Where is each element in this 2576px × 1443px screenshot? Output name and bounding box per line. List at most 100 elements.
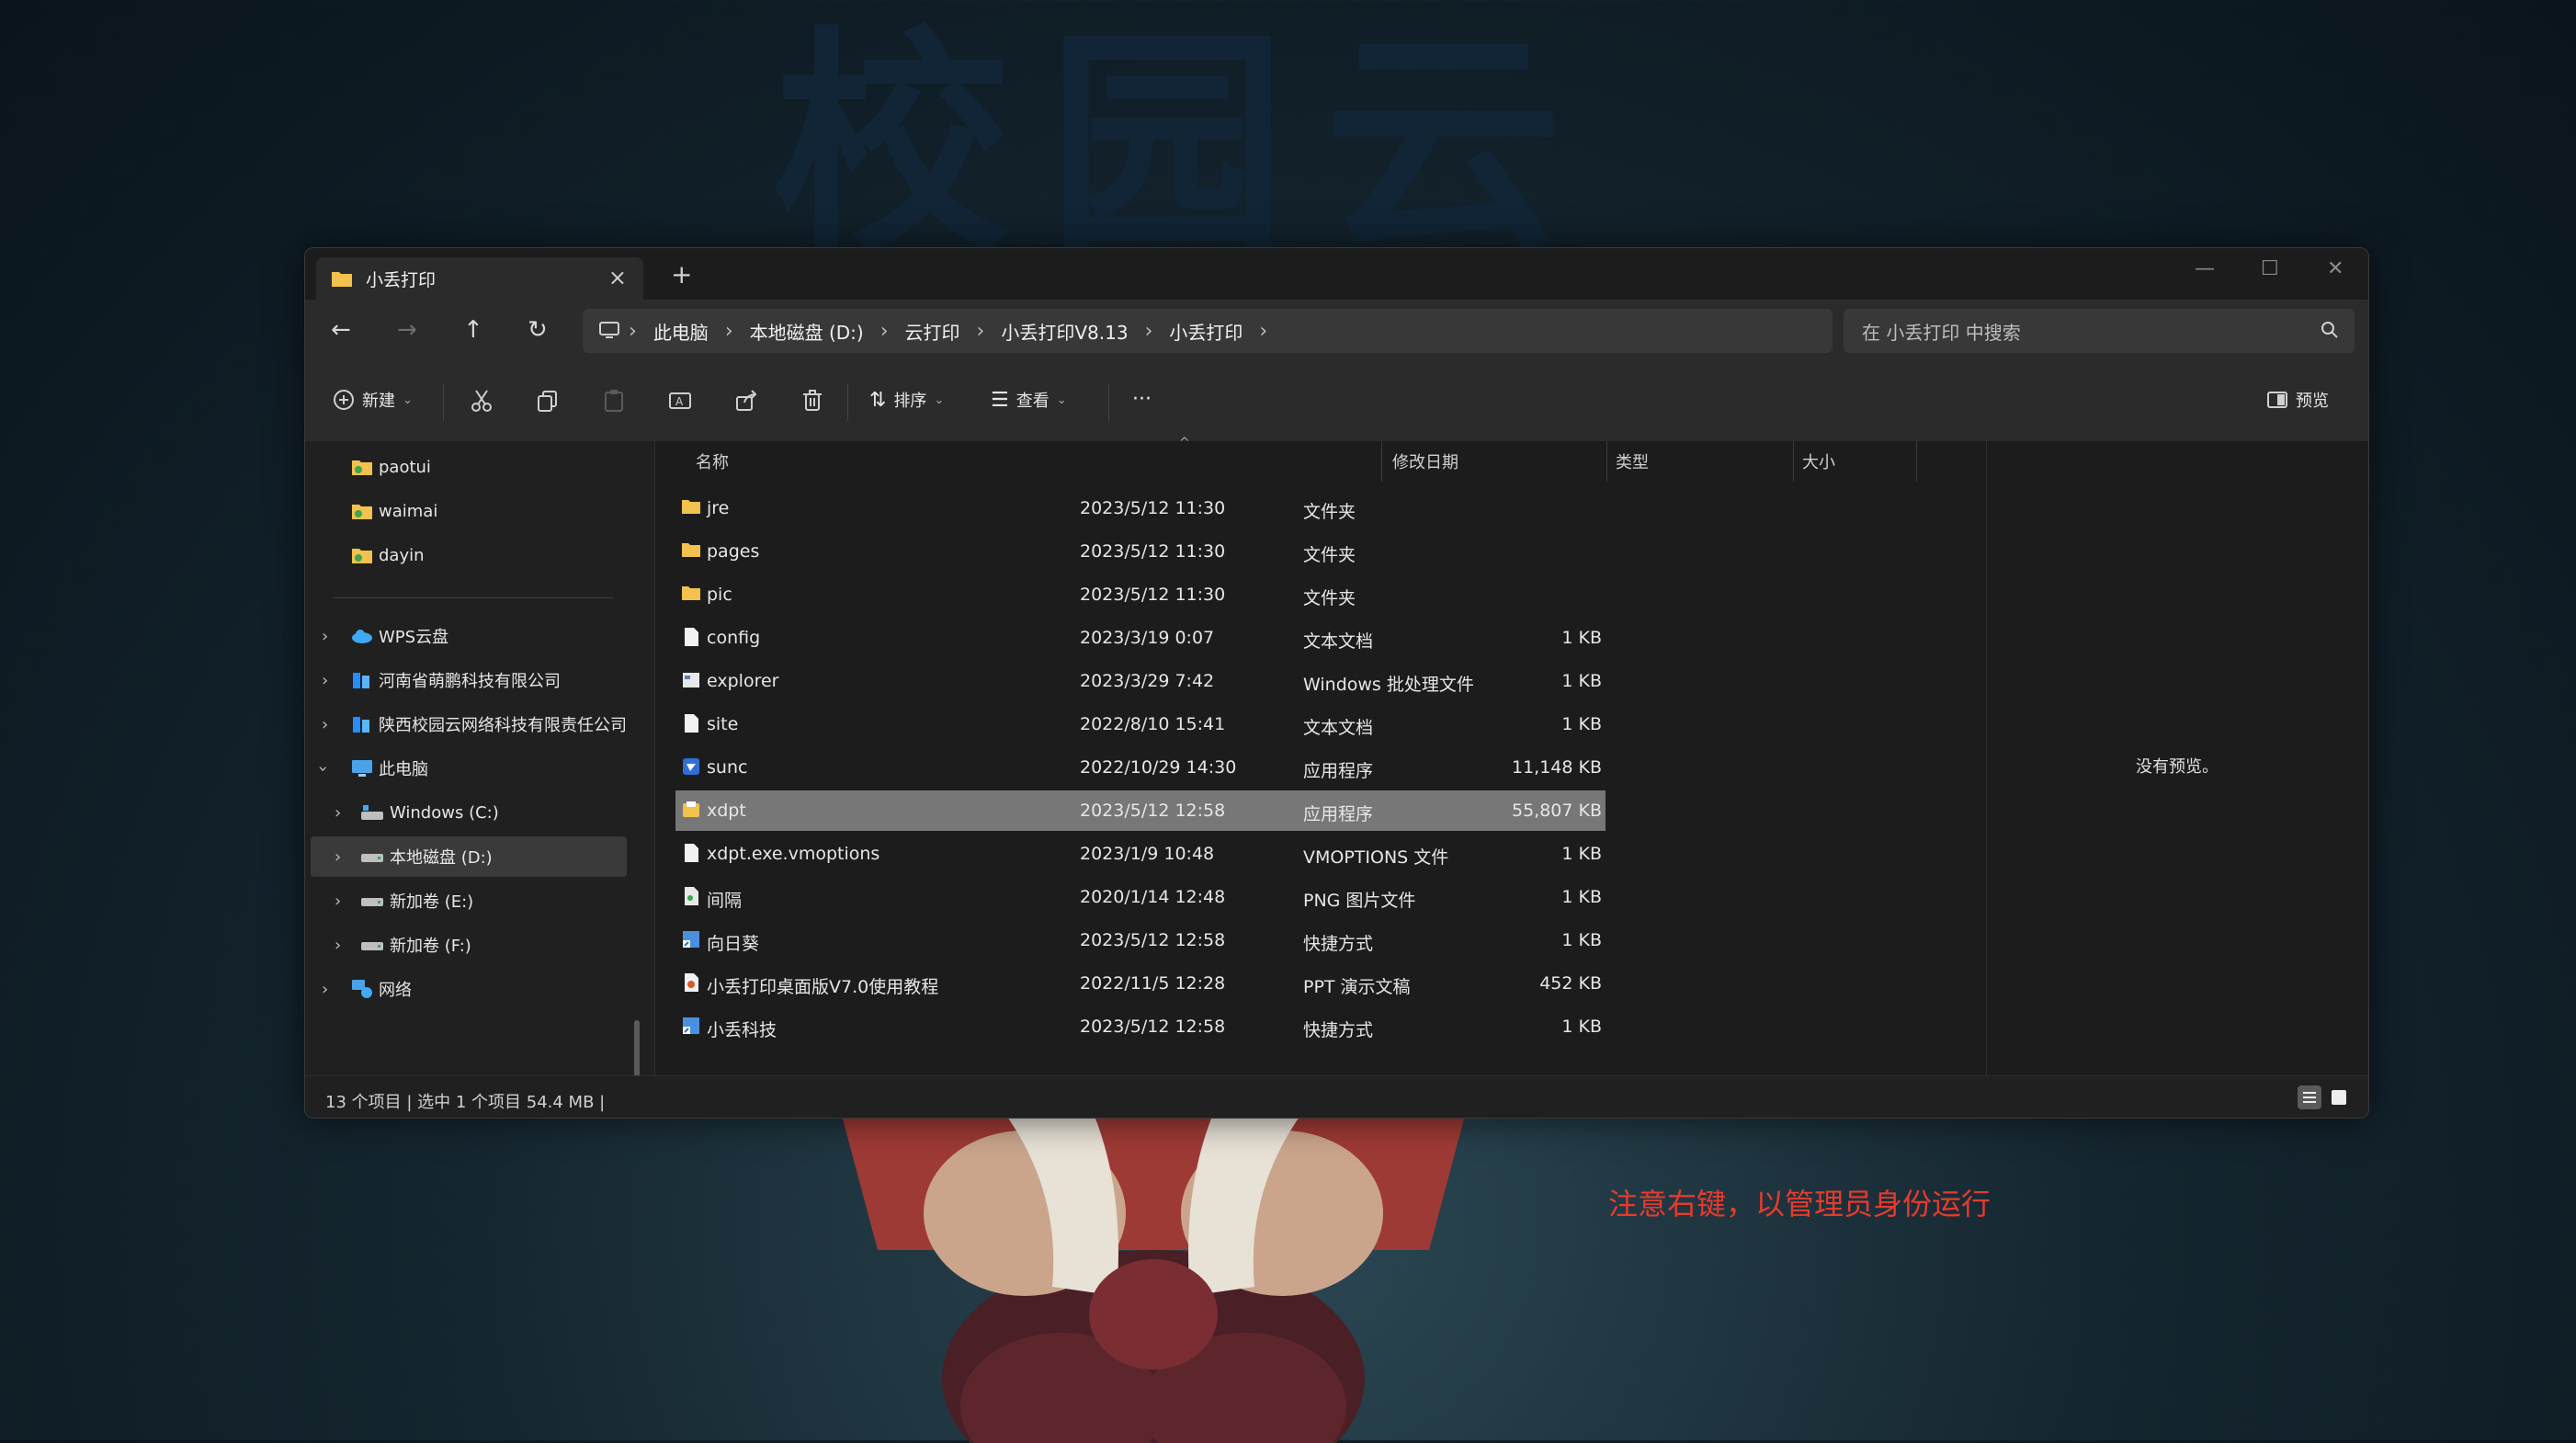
shortcut-icon (681, 1016, 701, 1036)
file-row[interactable]: site 2022/8/10 15:41 文本文档 1 KB (675, 704, 1606, 744)
file-size: 452 KB (1539, 973, 1602, 994)
tab-close-icon[interactable]: × (608, 265, 627, 290)
file-type: 文本文档 (1303, 631, 1374, 652)
file-date: 2023/5/12 12:58 (1080, 801, 1226, 821)
sidebar-item-dayin[interactable]: dayin (305, 535, 627, 575)
file-row[interactable]: config 2023/3/19 0:07 文本文档 1 KB (675, 618, 1606, 658)
forward-button[interactable]: → (397, 316, 417, 344)
column-divider[interactable] (1793, 441, 1794, 482)
breadcrumb-this-pc[interactable]: 此电脑 (653, 318, 709, 345)
column-header-size[interactable]: 大小 (1802, 441, 1835, 482)
sidebar-item-shaanxi-company[interactable]: › 陕西校园云网络科技有限责任公司 (305, 704, 627, 744)
share-icon[interactable] (733, 388, 759, 414)
close-window-button[interactable]: ✕ (2327, 257, 2343, 280)
new-tab-button[interactable]: + (671, 259, 692, 290)
breadcrumb-cloud-print[interactable]: 云打印 (905, 318, 960, 345)
sidebar-item-drive-f[interactable]: › 新加卷 (F:) (305, 925, 627, 965)
preview-pane: 没有预览。 (1986, 441, 2368, 1075)
column-header-type[interactable]: 类型 (1616, 441, 1649, 482)
sidebar-item-drive-d[interactable]: › 本地磁盘 (D:) (311, 836, 627, 877)
delete-icon[interactable] (800, 388, 825, 414)
toolbar-divider (847, 384, 848, 421)
breadcrumb-xiaodiu-v813[interactable]: 小丢打印V8.13 (1001, 318, 1128, 345)
sidebar-item-drive-c[interactable]: › Windows (C:) (305, 792, 627, 833)
sort-button[interactable]: ⇅ 排序 ⌄ (869, 388, 944, 412)
cut-icon[interactable] (469, 388, 494, 414)
preview-label: 预览 (2296, 392, 2329, 411)
chevron-right-icon[interactable]: › (322, 671, 328, 690)
chevron-right-icon[interactable]: › (335, 892, 341, 911)
preview-button[interactable]: 预览 (2266, 388, 2329, 412)
column-divider[interactable] (1916, 441, 1917, 482)
file-row[interactable]: 小丢科技 2023/5/12 12:58 快捷方式 1 KB (675, 1006, 1606, 1047)
column-header-name[interactable]: 名称 (696, 441, 729, 482)
chevron-down-icon[interactable]: › (313, 765, 333, 771)
tiles-view-button[interactable] (2327, 1085, 2351, 1109)
sidebar-item-henan-company[interactable]: › 河南省萌鹏科技有限公司 (305, 660, 627, 700)
breadcrumb-xiaodiu-print[interactable]: 小丢打印 (1169, 318, 1243, 345)
cloud-icon (352, 630, 372, 643)
chevron-right-icon[interactable]: › (335, 803, 341, 823)
file-row[interactable]: xdpt.exe.vmoptions 2023/1/9 10:48 VMOPTION… (675, 834, 1606, 874)
details-view-button[interactable] (2298, 1085, 2321, 1109)
rename-icon[interactable]: A (667, 388, 693, 414)
breadcrumb-local-disk-d[interactable]: 本地磁盘 (D:) (750, 318, 864, 345)
chevron-right-icon[interactable]: › (322, 627, 328, 646)
file-type: 文件夹 (1303, 502, 1356, 522)
breadcrumb-separator: › (1259, 319, 1268, 343)
drive-icon (361, 942, 383, 950)
address-bar[interactable]: › 此电脑 › 本地磁盘 (D:) › 云打印 › 小丢打印V8.13 › 小丢… (583, 309, 1833, 353)
copy-icon[interactable] (535, 388, 561, 414)
view-button[interactable]: ☰ 查看 ⌄ (991, 388, 1067, 412)
file-date: 2023/5/12 11:30 (1080, 541, 1226, 562)
search-input[interactable]: 在 小丢打印 中搜索 (1844, 309, 2355, 353)
refresh-button[interactable]: ↻ (528, 316, 548, 344)
more-options-button[interactable]: ··· (1132, 388, 1152, 411)
minimize-button[interactable]: — (2195, 257, 2215, 280)
file-row[interactable]: xdpt 2023/5/12 12:58 应用程序 55,807 KB (675, 790, 1606, 831)
column-header-date[interactable]: 修改日期 (1392, 441, 1458, 482)
file-row[interactable]: 向日葵 2023/5/12 12:58 快捷方式 1 KB (675, 920, 1606, 960)
file-name: config (707, 628, 761, 648)
sidebar-item-drive-e[interactable]: › 新加卷 (E:) (305, 881, 627, 921)
file-row[interactable]: jre 2023/5/12 11:30 文件夹 (675, 488, 1606, 528)
file-row[interactable]: 小丢打印桌面版V7.0使用教程 2022/11/5 12:28 PPT 演示文稿 45… (675, 963, 1606, 1004)
text-file-icon (681, 713, 701, 733)
file-row[interactable]: 间隔 2020/1/14 12:48 PNG 图片文件 1 KB (675, 877, 1606, 917)
sidebar-item-paotui[interactable]: paotui (305, 447, 627, 487)
breadcrumb-separator: › (976, 319, 985, 343)
ppt-file-icon (681, 972, 701, 993)
chevron-right-icon[interactable]: › (335, 936, 341, 955)
chevron-right-icon[interactable]: › (322, 980, 328, 999)
onedrive-icon (353, 717, 369, 733)
file-row[interactable]: pic 2023/5/12 11:30 文件夹 (675, 574, 1606, 615)
sidebar-item-label: 河南省萌鹏科技有限公司 (379, 672, 561, 691)
file-date: 2023/5/12 11:30 (1080, 498, 1226, 518)
file-type: VMOPTIONS 文件 (1303, 847, 1449, 868)
column-divider[interactable] (1606, 441, 1607, 482)
column-divider[interactable] (1381, 441, 1382, 482)
sidebar-item-wps-cloud[interactable]: › WPS云盘 (305, 616, 627, 656)
paste-icon[interactable] (601, 388, 627, 414)
file-row[interactable]: sunc 2022/10/29 14:30 应用程序 11,148 KB (675, 747, 1606, 788)
maximize-button[interactable]: ☐ (2261, 257, 2279, 280)
computer-icon (352, 760, 372, 777)
file-name: xdpt (707, 801, 746, 821)
file-name: jre (707, 498, 730, 518)
folder-icon (681, 584, 701, 604)
file-row[interactable]: pages 2023/5/12 11:30 文件夹 (675, 531, 1606, 572)
back-button[interactable]: ← (331, 316, 351, 344)
sidebar-item-network[interactable]: › 网络 (305, 969, 627, 1009)
drive-icon (361, 898, 383, 906)
new-button[interactable]: 新建 ⌄ (333, 388, 413, 412)
tab-xiaodiu-print[interactable]: 小丢打印 × (316, 257, 643, 300)
up-button[interactable]: ↑ (463, 316, 483, 344)
file-row[interactable]: explorer 2023/3/29 7:42 Windows 批处理文件 1 KB (675, 661, 1606, 701)
file-type: 应用程序 (1303, 761, 1374, 781)
chevron-right-icon[interactable]: › (335, 847, 341, 867)
sidebar-item-this-pc[interactable]: › 此电脑 (305, 748, 627, 789)
sidebar-item-waimai[interactable]: waimai (305, 491, 627, 531)
sidebar-item-label: 本地磁盘 (D:) (390, 848, 493, 868)
breadcrumb-separator: › (879, 319, 889, 343)
chevron-right-icon[interactable]: › (322, 715, 328, 734)
